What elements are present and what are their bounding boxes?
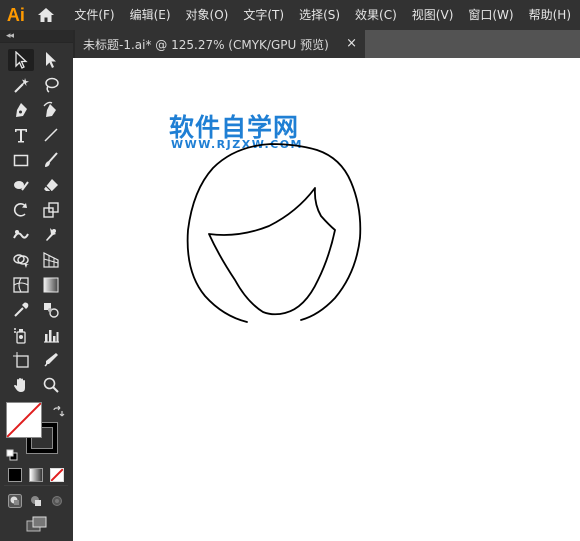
menu-bar: Ai 文件(F) 编辑(E) 对象(O) 文字(T) 选择(S) 效果(C) 视… <box>0 0 580 30</box>
hair-drawing[interactable] <box>73 58 580 541</box>
menu-view[interactable]: 视图(V) <box>406 0 460 30</box>
gradient-mode-button[interactable] <box>29 468 43 482</box>
menu-file[interactable]: 文件(F) <box>68 0 120 30</box>
draw-inside-icon[interactable] <box>50 493 64 507</box>
menu-items: 文件(F) 编辑(E) 对象(O) 文字(T) 选择(S) 效果(C) 视图(V… <box>68 0 580 30</box>
screen-mode-icon[interactable] <box>26 516 48 536</box>
pen-tool-icon[interactable] <box>8 99 34 121</box>
eyedropper-tool-icon[interactable] <box>8 299 34 321</box>
rectangle-tool-icon[interactable] <box>8 149 34 171</box>
close-icon[interactable]: × <box>346 36 357 51</box>
hand-tool-icon[interactable] <box>8 374 34 396</box>
artboard-tool-icon[interactable] <box>8 349 34 371</box>
eraser-tool-icon[interactable] <box>38 174 64 196</box>
gradient-tool-icon[interactable] <box>38 274 64 296</box>
shaper-tool-icon[interactable] <box>8 174 34 196</box>
column-graph-tool-icon[interactable] <box>38 324 64 346</box>
magic-wand-tool-icon[interactable] <box>8 74 34 96</box>
slice-tool-icon[interactable] <box>38 349 64 371</box>
selection-tool-icon[interactable] <box>8 49 34 71</box>
divider <box>4 485 68 486</box>
mesh-tool-icon[interactable] <box>8 274 34 296</box>
none-mode-button[interactable] <box>50 468 64 482</box>
home-icon[interactable] <box>36 0 56 30</box>
document-tab-bar: 未标题-1.ai* @ 125.27% (CMYK/GPU 预览) × <box>73 30 580 58</box>
app-logo: Ai <box>6 4 25 25</box>
zoom-tool-icon[interactable] <box>38 374 64 396</box>
width-tool-icon[interactable] <box>8 224 34 246</box>
rotate-tool-icon[interactable] <box>8 199 34 221</box>
color-mode-button[interactable] <box>8 468 22 482</box>
puppet-warp-tool-icon[interactable] <box>38 224 64 246</box>
swap-fill-stroke-icon[interactable] <box>51 405 65 424</box>
draw-behind-icon[interactable] <box>29 493 43 507</box>
shape-builder-tool-icon[interactable] <box>8 249 34 271</box>
lasso-tool-icon[interactable] <box>38 74 64 96</box>
line-segment-tool-icon[interactable] <box>38 124 64 146</box>
menu-select[interactable]: 选择(S) <box>293 0 346 30</box>
fill-swatch-front[interactable] <box>6 402 42 438</box>
paintbrush-tool-icon[interactable] <box>38 149 64 171</box>
artboard-canvas[interactable]: 软件自学网 WWW.RJZXW.COM <box>73 58 580 541</box>
menu-effect[interactable]: 效果(C) <box>349 0 403 30</box>
menu-window[interactable]: 窗口(W) <box>462 0 519 30</box>
menu-edit[interactable]: 编辑(E) <box>124 0 177 30</box>
draw-normal-icon[interactable] <box>8 493 22 508</box>
panel-collapse-button[interactable]: ◂◂ <box>0 30 73 43</box>
document-tab-title: 未标题-1.ai* @ 125.27% (CMYK/GPU 预览) <box>83 37 329 52</box>
document-tab[interactable]: 未标题-1.ai* @ 125.27% (CMYK/GPU 预览) × <box>73 30 365 58</box>
blend-tool-icon[interactable] <box>38 299 64 321</box>
perspective-grid-tool-icon[interactable] <box>38 249 64 271</box>
menu-type[interactable]: 文字(T) <box>237 0 290 30</box>
tools-panel: ◂◂ <box>0 30 73 541</box>
type-tool-icon[interactable] <box>8 124 34 146</box>
direct-selection-tool-icon[interactable] <box>38 49 64 71</box>
curvature-tool-icon[interactable] <box>38 99 64 121</box>
symbol-sprayer-tool-icon[interactable] <box>8 324 34 346</box>
face-bangs-path <box>208 187 336 316</box>
default-fill-stroke-icon[interactable] <box>6 446 18 465</box>
scale-tool-icon[interactable] <box>38 199 64 221</box>
menu-object[interactable]: 对象(O) <box>180 0 235 30</box>
menu-help[interactable]: 帮助(H) <box>523 0 577 30</box>
